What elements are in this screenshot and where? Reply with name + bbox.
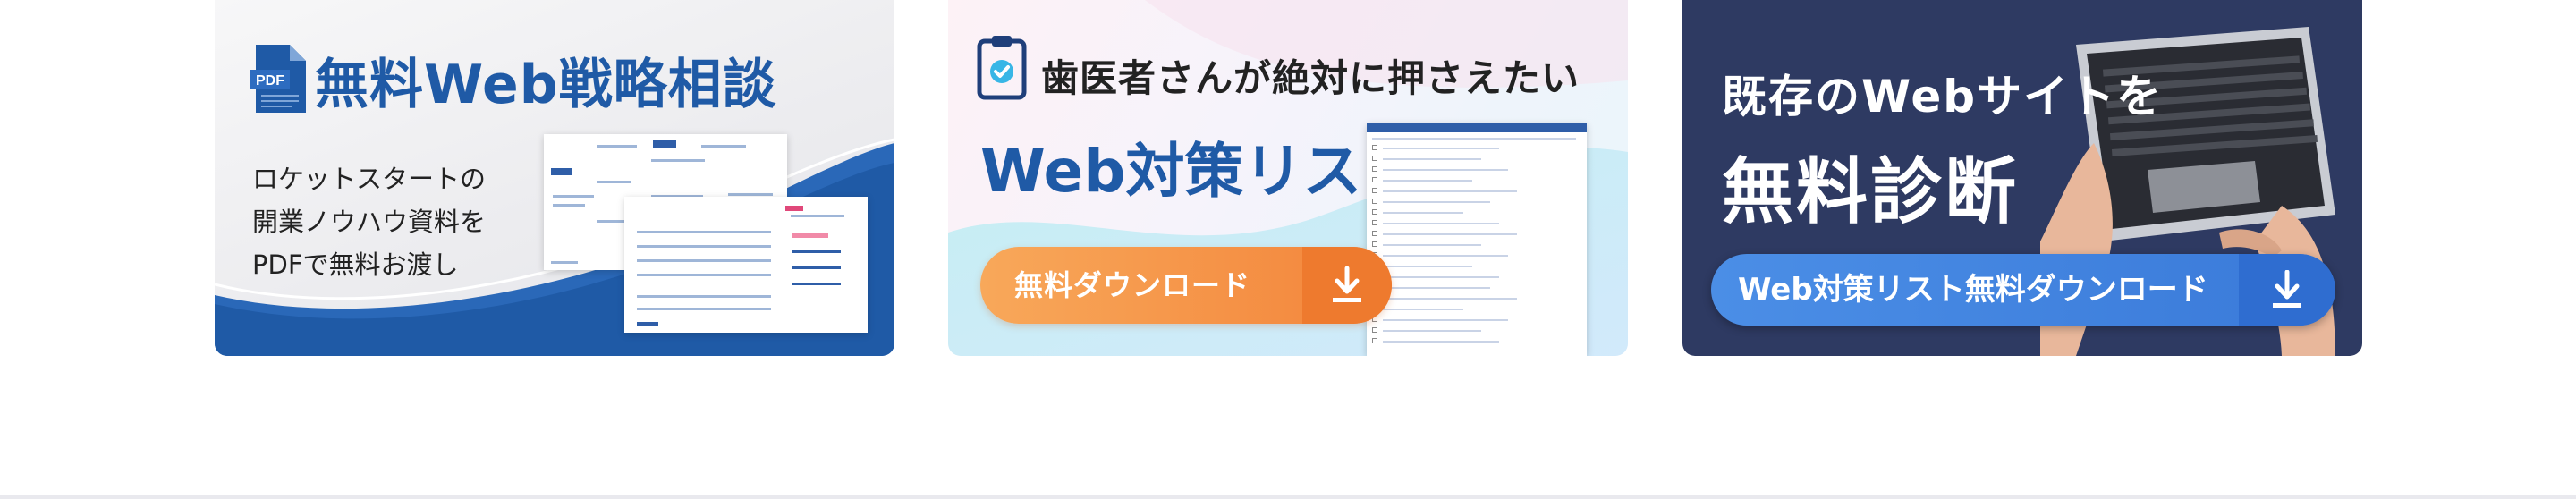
consult-title: 無料Web戦略相談 [315,54,777,116]
free-download-button[interactable]: 無料ダウンロード [980,247,1392,324]
free-download-label: 無料ダウンロード [1014,268,1251,302]
diagnosis-subtitle: 既存のWebサイトを [1722,71,2164,123]
free-site-diagnosis-banner[interactable]: 既存のWebサイトを 無料診断 Web対策リスト無料ダウンロード [1682,0,2362,356]
download-arrow-icon [2239,254,2335,326]
consult-description: ロケットスタートの 開業ノウハウ資料を PDFで無料お渡し [252,157,547,286]
pdf-file-icon: PDF [250,45,306,113]
consult-desc-line: ロケットスタートの [252,164,487,194]
diagnosis-title: 無料診断 [1722,150,2019,233]
checklist-heading: 歯医者さんが絶対に押さえたい [1041,56,1580,100]
consult-desc-line: PDFで無料お渡し [252,249,459,280]
web-checklist-banner[interactable]: 歯医者さんが絶対に押さえたい Web対策リスト 無料ダウンロード [948,0,1628,356]
checklist-download-label: Web対策リスト無料ダウンロード [1738,272,2208,308]
web-strategy-consult-banner[interactable]: PDF 無料Web戦略相談 ロケットスタートの 開業ノウハウ資料を PDFで無料… [215,0,894,356]
banner-row: PDF 無料Web戦略相談 ロケットスタートの 開業ノウハウ資料を PDFで無料… [0,0,2576,499]
download-arrow-icon [1302,247,1392,324]
checklist-title: Web対策リスト [980,137,1421,206]
document-preview-form [624,197,868,333]
section-divider [0,495,2576,499]
checklist-sheet-preview [1367,123,1587,356]
svg-text:PDF: PDF [256,73,284,89]
clipboard-check-icon [977,36,1027,100]
checklist-download-button[interactable]: Web対策リスト無料ダウンロード [1711,254,2335,326]
consult-desc-line: 開業ノウハウ資料を [252,207,487,237]
